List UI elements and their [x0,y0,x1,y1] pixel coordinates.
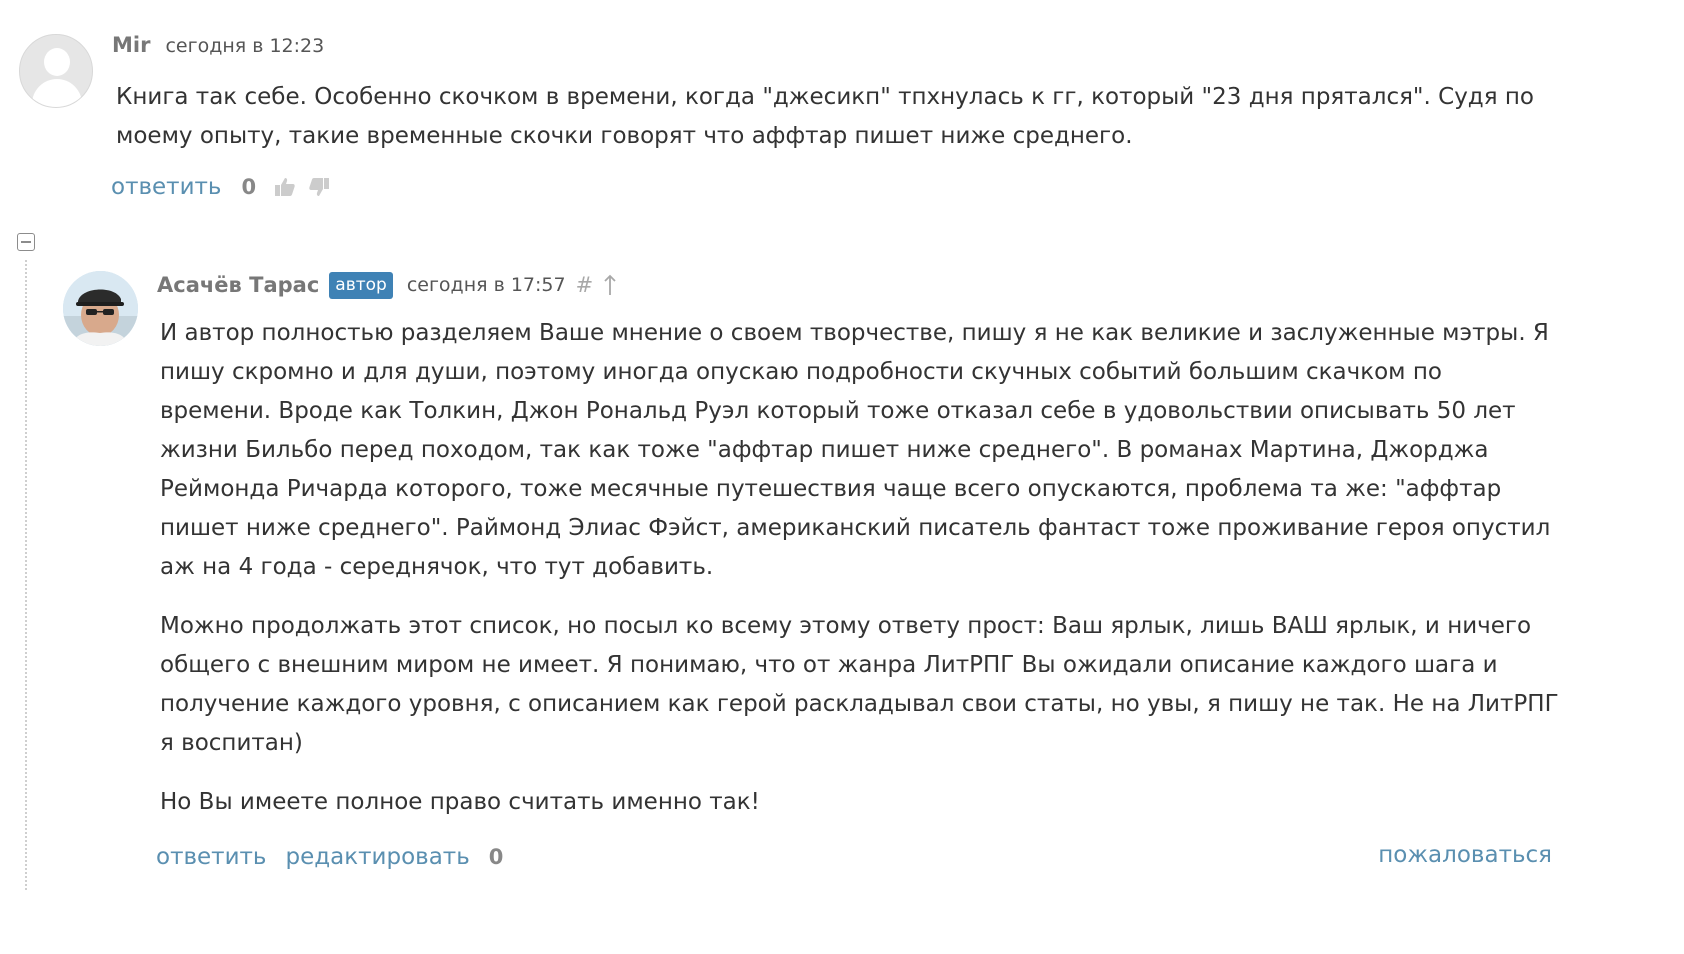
collapse-minus-icon[interactable] [17,233,35,251]
permalink-hash[interactable]: # [576,273,594,297]
comment-text: И автор полностью разделяем Ваше мнение … [160,314,1560,822]
edit-button[interactable]: редактировать [285,844,469,870]
comment-actions: ответить 0 [111,172,332,202]
comment-author[interactable]: Асачёв Тарас [157,273,319,297]
comment-paragraph: Но Вы имеете полное право считать именно… [160,789,760,815]
user-photo-avatar-icon[interactable] [63,271,138,346]
comment-actions: ответить редактировать 0 [156,842,503,872]
thumbs-down-icon[interactable] [306,174,332,200]
arrow-up-icon[interactable] [603,274,617,296]
vote-score: 0 [241,175,257,199]
vote-score: 0 [488,845,504,869]
comment-date: сегодня в 17:57 [406,274,566,296]
comment-paragraph: И автор полностью разделяем Ваше мнение … [160,320,1551,580]
thread-line [25,260,27,890]
thumbs-up-icon[interactable] [272,174,298,200]
comment-text: Книга так себе. Особенно скочком в време… [116,84,1534,149]
user-avatar-icon[interactable] [19,34,93,108]
comment-header: Mir сегодня в 12:23 [112,33,324,59]
comment-paragraph: Можно продолжать этот список, но посыл к… [160,613,1559,756]
author-badge: автор [329,271,393,299]
reply-button[interactable]: ответить [111,174,221,200]
report-button[interactable]: пожаловаться [1378,842,1552,868]
reply-button[interactable]: ответить [156,844,266,870]
comment-author[interactable]: Mir [112,33,150,57]
comment-date: сегодня в 12:23 [165,35,325,57]
comment-header: Асачёв Тарас автор сегодня в 17:57 # [157,270,617,300]
